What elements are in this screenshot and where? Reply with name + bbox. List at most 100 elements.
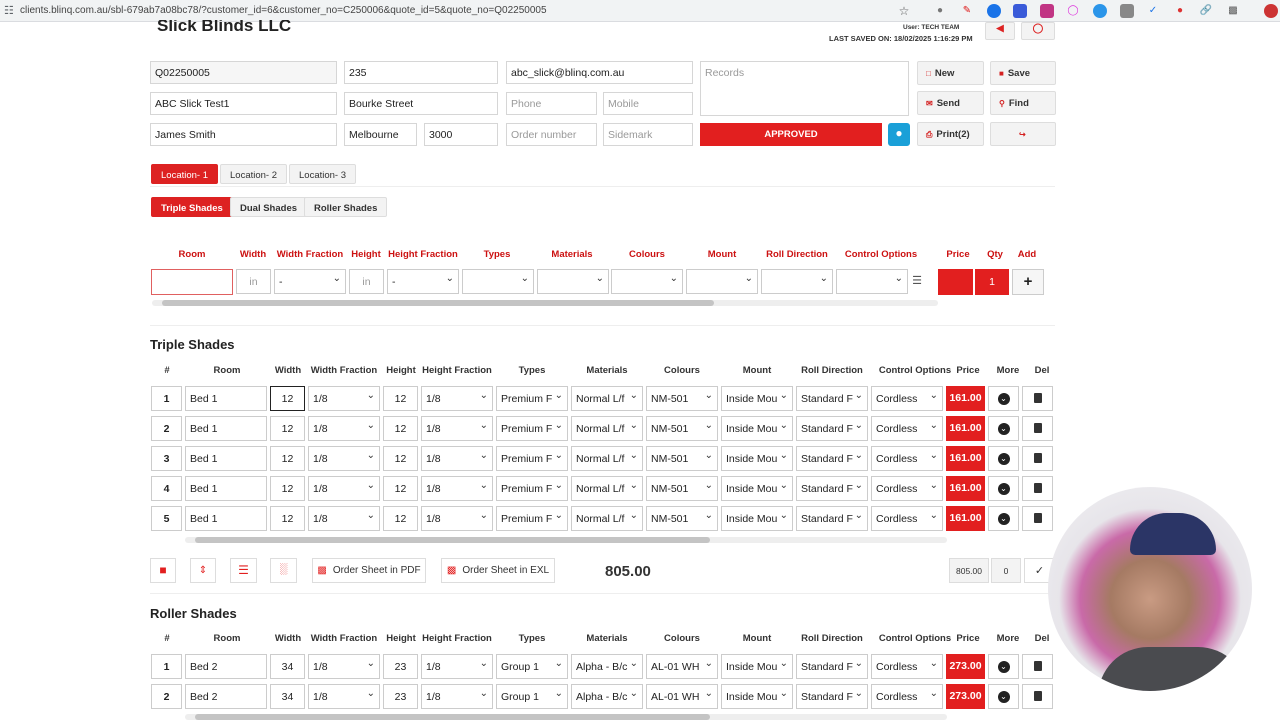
quote-number-field[interactable]: Q02250005 xyxy=(150,61,337,84)
roller-cell-control[interactable]: Cordless xyxy=(871,684,943,709)
roller-cell-room[interactable]: Bed 2 xyxy=(185,684,267,709)
order-number-field[interactable]: Order number xyxy=(506,123,597,146)
roller-cell-price[interactable]: 273.00 xyxy=(946,684,985,709)
entry-scroll-thumb[interactable] xyxy=(162,300,714,306)
triple-cell-colour[interactable]: NM-501 xyxy=(646,476,718,501)
delete-button[interactable] xyxy=(1022,416,1053,441)
delete-button[interactable] xyxy=(1022,654,1053,679)
roll-direction-select[interactable] xyxy=(761,269,833,294)
triple-cell-height[interactable]: 12 xyxy=(383,476,418,501)
extension-icon-2[interactable] xyxy=(1013,4,1027,18)
more-button[interactable]: ⌄ xyxy=(988,506,1019,531)
triple-cell-wf[interactable]: 1/8 xyxy=(308,506,380,531)
triple-cell-colour[interactable]: NM-501 xyxy=(646,506,718,531)
tab-dual-shades[interactable]: Dual Shades xyxy=(230,197,308,217)
triple-cell-hf[interactable]: 1/8 xyxy=(421,386,493,411)
triple-cell-type[interactable]: Premium F xyxy=(496,506,568,531)
status-badge[interactable]: APPROVED xyxy=(700,123,882,146)
roller-scroll-thumb[interactable] xyxy=(195,714,710,720)
triple-cell-room[interactable]: Bed 1 xyxy=(185,476,267,501)
more-button[interactable]: ⌄ xyxy=(988,476,1019,501)
triple-cell-mount[interactable]: Inside Mou xyxy=(721,416,793,441)
triple-cell-price[interactable]: 161.00 xyxy=(946,476,985,501)
triple-cell-room[interactable]: Bed 1 xyxy=(185,386,267,411)
phone-field[interactable]: Phone xyxy=(506,92,597,115)
width-fraction-select[interactable]: - xyxy=(274,269,346,294)
roller-cell-control[interactable]: Cordless xyxy=(871,654,943,679)
tab-location-1[interactable]: Location- 1 xyxy=(151,164,219,184)
roller-cell-roll[interactable]: Standard F xyxy=(796,654,868,679)
new-button[interactable]: □ New xyxy=(917,61,984,85)
width-input[interactable]: in xyxy=(236,269,271,294)
triple-cell-price[interactable]: 161.00 xyxy=(946,416,985,441)
tab-triple-shades[interactable]: Triple Shades xyxy=(151,197,233,217)
roller-cell-width[interactable]: 34 xyxy=(270,684,305,709)
menu-button[interactable]: ☰ xyxy=(230,558,257,583)
find-button[interactable]: ⚲ Find xyxy=(990,91,1056,115)
triple-cell-room[interactable]: Bed 1 xyxy=(185,446,267,471)
roller-cell-mount[interactable]: Inside Mou xyxy=(721,684,793,709)
qty-input[interactable]: 1 xyxy=(975,269,1009,295)
triple-cell-roll[interactable]: Standard F xyxy=(796,386,868,411)
extension-icon-8[interactable]: ● xyxy=(1173,4,1187,18)
bookmark-star-icon[interactable]: ☆ xyxy=(897,4,911,18)
mic-icon[interactable]: ● xyxy=(933,4,947,18)
mobile-field[interactable]: Mobile xyxy=(603,92,693,115)
delete-button[interactable] xyxy=(1022,684,1053,709)
height-input[interactable]: in xyxy=(349,269,384,294)
extension-icon-7[interactable]: ✓ xyxy=(1146,4,1160,18)
postcode-field[interactable]: 3000 xyxy=(424,123,498,146)
triple-cell-price[interactable]: 161.00 xyxy=(946,506,985,531)
roller-cell-material[interactable]: Alpha - B/c xyxy=(571,654,643,679)
triple-cell-mount[interactable]: Inside Mou xyxy=(721,386,793,411)
extension-icon-5[interactable] xyxy=(1093,4,1107,18)
street-field[interactable]: Bourke Street xyxy=(344,92,498,115)
triple-cell-width[interactable]: 12 xyxy=(270,506,305,531)
room-input[interactable] xyxy=(151,269,233,295)
roller-cell-height[interactable]: 23 xyxy=(383,684,418,709)
url-text[interactable]: clients.blinq.com.au/sbl-679ab7a08bc78/?… xyxy=(20,5,547,16)
more-button[interactable]: ⌄ xyxy=(988,654,1019,679)
triple-cell-wf[interactable]: 1/8 xyxy=(308,416,380,441)
triple-cell-wf[interactable]: 1/8 xyxy=(308,446,380,471)
types-select[interactable] xyxy=(462,269,534,294)
triple-cell-material[interactable]: Normal L/f xyxy=(571,386,643,411)
triple-cell-height[interactable]: 12 xyxy=(383,506,418,531)
triple-cell-material[interactable]: Normal L/f xyxy=(571,446,643,471)
extension-icon-3[interactable] xyxy=(1040,4,1054,18)
profile-avatar-icon[interactable] xyxy=(1264,4,1278,18)
delete-button[interactable] xyxy=(1022,446,1053,471)
delete-button[interactable] xyxy=(1022,476,1053,501)
stop-button[interactable]: ■ xyxy=(150,558,176,583)
colours-select[interactable] xyxy=(611,269,683,294)
triple-cell-width[interactable]: 12 xyxy=(270,416,305,441)
pen-extension-icon[interactable]: ✎ xyxy=(960,4,974,18)
triple-cell-control[interactable]: Cordless xyxy=(871,416,943,441)
add-button[interactable]: + xyxy=(1012,269,1044,295)
triple-cell-type[interactable]: Premium F xyxy=(496,416,568,441)
triple-cell-mount[interactable]: Inside Mou xyxy=(721,446,793,471)
triple-cell-type[interactable]: Premium F xyxy=(496,476,568,501)
triple-cell-width[interactable]: 12 xyxy=(270,446,305,471)
triple-cell-material[interactable]: Normal L/f xyxy=(571,476,643,501)
save-button[interactable]: ■ Save xyxy=(990,61,1056,85)
print-button[interactable]: ⎙ Print(2) xyxy=(917,122,984,146)
triple-cell-wf[interactable]: 1/8 xyxy=(308,476,380,501)
tab-location-2[interactable]: Location- 2 xyxy=(220,164,288,184)
logout-button[interactable]: ↪ xyxy=(990,122,1056,146)
header-button-1[interactable]: ◀ xyxy=(985,22,1015,40)
triple-cell-hf[interactable]: 1/8 xyxy=(421,416,493,441)
roller-cell-type[interactable]: Group 1 xyxy=(496,654,568,679)
triple-cell-roll[interactable]: Standard F xyxy=(796,416,868,441)
triple-cell-control[interactable]: Cordless xyxy=(871,506,943,531)
suburb-field[interactable]: Melbourne xyxy=(344,123,417,146)
list-icon[interactable]: ☰ xyxy=(910,271,924,293)
triple-cell-colour[interactable]: NM-501 xyxy=(646,446,718,471)
mount-select[interactable] xyxy=(686,269,758,294)
roller-cell-type[interactable]: Group 1 xyxy=(496,684,568,709)
roller-cell-hf[interactable]: 1/8 xyxy=(421,684,493,709)
roller-cell-roll[interactable]: Standard F xyxy=(796,684,868,709)
tab-location-3[interactable]: Location- 3 xyxy=(289,164,357,184)
more-button[interactable]: ⌄ xyxy=(988,416,1019,441)
roller-cell-mount[interactable]: Inside Mou xyxy=(721,654,793,679)
